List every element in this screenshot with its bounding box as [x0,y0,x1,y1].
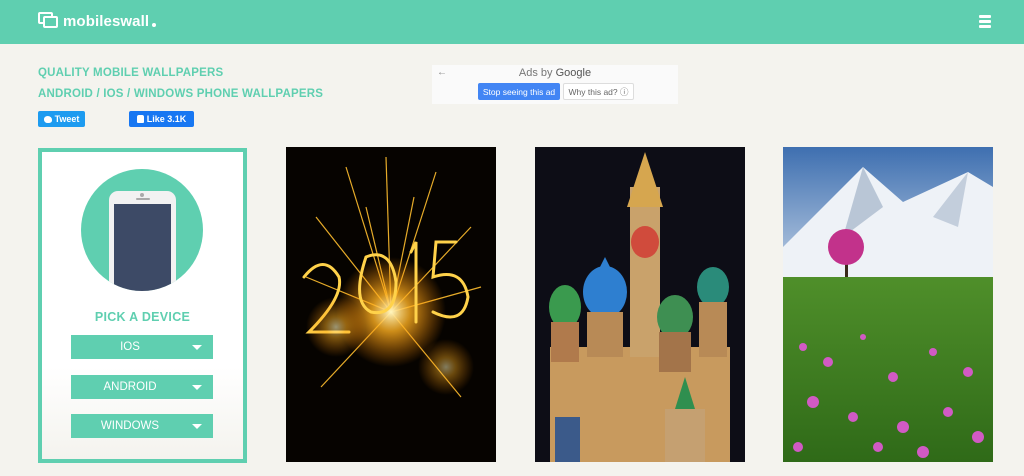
chevron-down-icon [192,344,202,350]
device-select-windows[interactable]: WINDOWS [71,414,213,438]
device-label: IOS [120,341,140,353]
facebook-like-button[interactable]: Like 3.1K [129,111,194,127]
stop-seeing-ad-button[interactable]: Stop seeing this ad [478,83,560,100]
tweet-label: Tweet [54,114,80,124]
logo-text: mobileswall [63,12,150,30]
top-navbar: mobileswall [0,0,1024,44]
ad-panel: ← Ads by Google Stop seeing this ad Why … [432,65,678,104]
hamburger-menu-icon[interactable] [979,15,991,28]
device-label: WINDOWS [100,420,160,432]
tagline-primary: QUALITY MOBILE WALLPAPERS [38,67,224,79]
wallpaper-thumbnail-cathedral[interactable] [535,147,745,462]
wallpaper-thumbnail-fireworks[interactable] [286,147,496,462]
device-picker-panel: PICK A DEVICE IOS ANDROID WINDOWS [38,148,247,463]
phone-icon [81,169,203,291]
device-label: ANDROID [103,381,157,393]
like-label: Like 3.1K [146,114,187,124]
tweet-button[interactable]: Tweet [38,111,85,127]
chevron-down-icon [192,384,202,390]
tagline-secondary: ANDROID / IOS / WINDOWS PHONE WALLPAPERS [38,88,324,100]
pick-device-title: PICK A DEVICE [94,310,191,324]
device-select-android[interactable]: ANDROID [71,375,213,399]
ads-by-google-label: Ads by Google [518,67,592,79]
why-this-ad-button[interactable]: Why this ad? ⓘ [563,83,634,100]
overlapping-screens-icon [38,12,58,30]
device-select-ios[interactable]: IOS [71,335,213,359]
chevron-down-icon [192,423,202,429]
google-brand: Google [555,67,592,79]
site-logo[interactable]: mobileswall [38,12,157,30]
logo-dot [152,23,157,27]
twitter-bird-icon [43,115,52,123]
thumbs-up-icon [136,115,144,123]
wallpaper-thumbnail-mountain-meadow[interactable] [783,147,993,462]
